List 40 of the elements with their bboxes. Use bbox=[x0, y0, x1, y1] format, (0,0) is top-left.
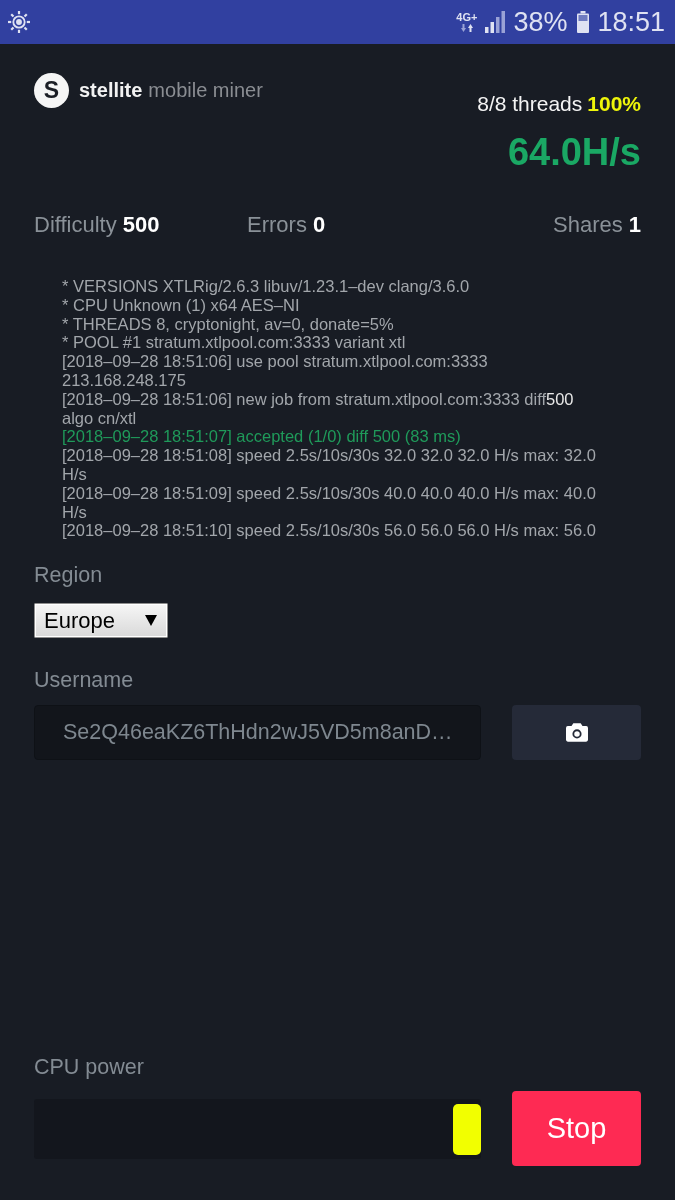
slider-thumb[interactable] bbox=[453, 1103, 481, 1155]
log-line: * VERSIONS XTLRig/2.6.3 libuv/1.23.1–dev clang/3.6.0 bbox=[62, 277, 471, 296]
log-line: [2018–09–28 18:51:10] speed 2.5s/10s/30s 56.0 56.0 56.0 H/s max: 56.0 bbox=[62, 521, 597, 541]
stat-value: 0 bbox=[312, 212, 326, 238]
caret-icon bbox=[145, 615, 157, 627]
hashrate-value: 64.0H/s bbox=[507, 130, 641, 174]
log-line: [2018–09–28 18:51:09] speed 2.5s/10s/30s 40.0 40.0 40.0 H/s max: 40.0 H/s bbox=[62, 483, 597, 522]
network-type-label: 4G+ bbox=[456, 12, 478, 23]
battery-icon bbox=[577, 11, 590, 33]
logo-mark: S bbox=[34, 73, 69, 108]
logo-product-text: mobile miner bbox=[148, 79, 263, 102]
log-line: * CPU Unknown (1) x64 AES–NI bbox=[62, 295, 301, 315]
logo-brand-text: stellite bbox=[79, 79, 143, 102]
stop-button[interactable]: Stop bbox=[512, 1091, 641, 1166]
username-field[interactable]: Se2Q46eaKZ6ThHdn2wJ5VD5m8anD… bbox=[34, 705, 481, 761]
camera-button[interactable] bbox=[512, 705, 641, 761]
data-arrows-icon bbox=[460, 24, 473, 32]
stat-label: Errors bbox=[247, 212, 307, 238]
threads-count: 8/8 threads bbox=[477, 92, 583, 116]
stat-value: 1 bbox=[628, 212, 641, 238]
log-line: * POOL #1 stratum.xtlpool.com:3333 variant xtl bbox=[62, 333, 407, 353]
log-line: [2018–09–28 18:51:08] speed 2.5s/10s/30s 32.0 32.0 32.0 H/s max: 32.0 H/s bbox=[62, 446, 597, 484]
cpu-power-label: CPU power bbox=[34, 1054, 145, 1080]
cpu-usage-percent: 100% bbox=[587, 92, 641, 116]
log-line: [2018–09–28 18:51:06] use pool stratum.xtlpool.com:3333 213.168.248.175 bbox=[62, 352, 489, 390]
log-line: [2018–09–28 18:51:07] accepted (1/0) diff 500 (83 ms) bbox=[62, 427, 462, 447]
region-label: Region bbox=[34, 562, 104, 589]
camera-icon bbox=[565, 723, 588, 743]
log-line: * THREADS 8, cryptonight, av=0, donate=5% bbox=[62, 314, 395, 334]
region-select[interactable]: Europe bbox=[34, 603, 168, 639]
cpu-power-slider[interactable] bbox=[34, 1098, 481, 1159]
stat-value: 500 bbox=[122, 212, 160, 238]
username-label: Username bbox=[34, 667, 135, 694]
clock-time: 18:51 bbox=[597, 7, 665, 37]
signal-icon bbox=[485, 11, 506, 33]
sun-icon bbox=[8, 11, 30, 33]
battery-percent: 38% bbox=[513, 7, 568, 37]
stat-label: Shares bbox=[553, 212, 623, 238]
log-line: [2018–09–28 18:51:06] new job from stratum.xtlpool.com:3333 diff500 algo cn/xtl bbox=[62, 389, 575, 428]
stat-label: Difficulty bbox=[34, 212, 117, 238]
